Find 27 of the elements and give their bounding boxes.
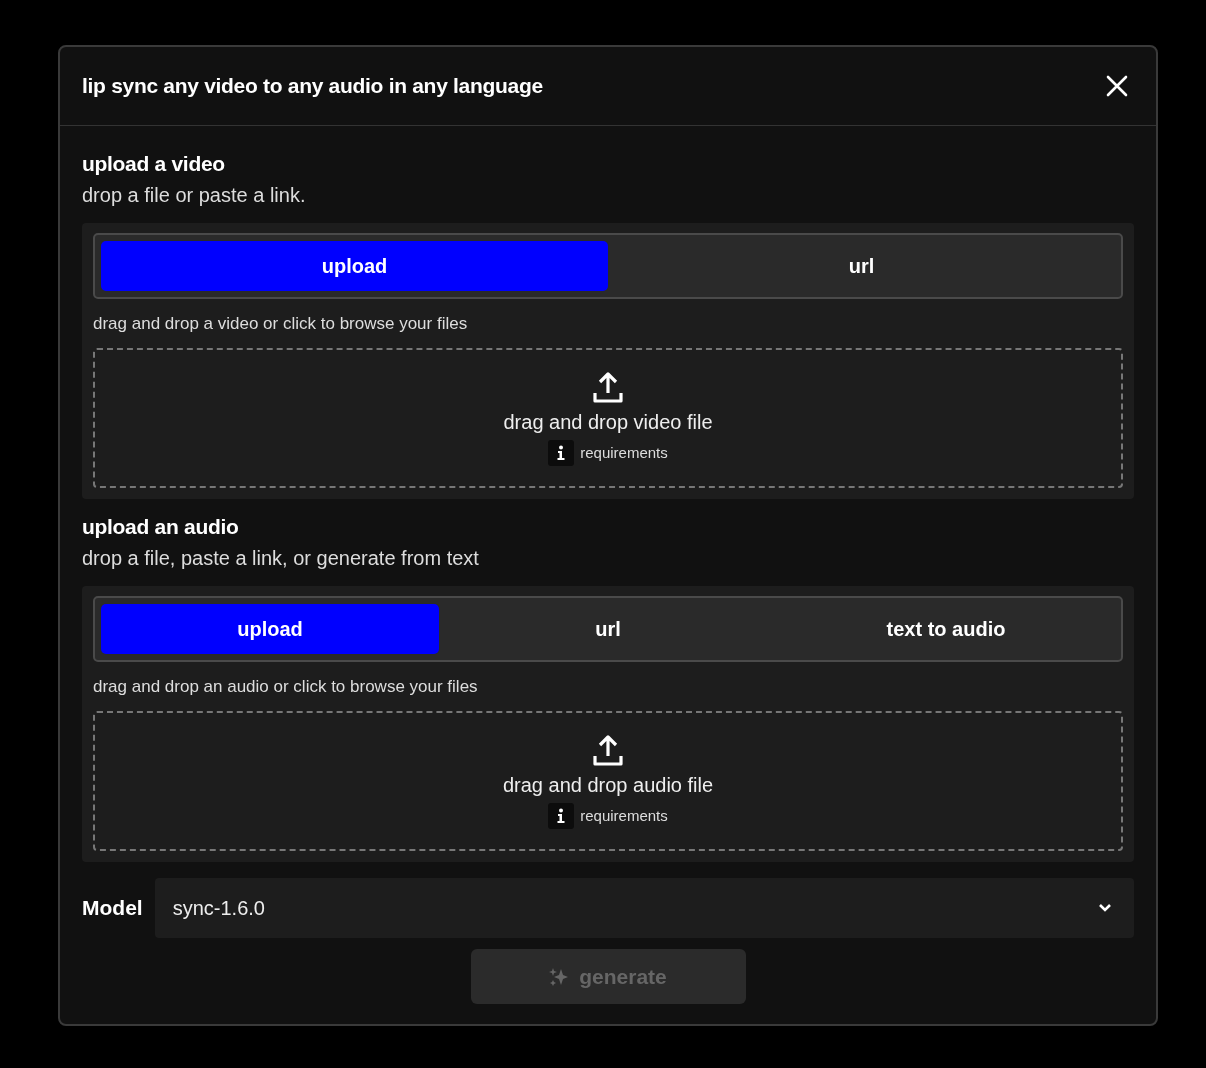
model-select[interactable]: sync-1.6.0 <box>154 878 1134 938</box>
info-icon[interactable] <box>548 802 575 829</box>
drop-label: drag and drop audio file <box>502 773 714 797</box>
chevron-down-icon <box>1098 903 1112 913</box>
upload-icon <box>591 370 625 405</box>
tab[interactable]: text to audio <box>777 604 1115 654</box>
model-label: Model <box>82 896 143 920</box>
drop-zone[interactable]: drag and drop audio file requirements <box>93 711 1123 851</box>
tab[interactable]: url <box>439 604 777 654</box>
requirements-link[interactable]: requirements <box>580 807 668 824</box>
upload-icon <box>591 733 625 768</box>
hint-text: drag and drop a video or click to browse your files <box>93 314 469 334</box>
drop-label: drag and drop video file <box>503 410 713 434</box>
tab[interactable]: upload <box>101 604 439 654</box>
section-title: upload an audio <box>82 515 240 539</box>
modal-title: lip sync any video to any audio in any language <box>82 74 543 98</box>
section-title: upload a video <box>82 152 226 176</box>
tab[interactable]: url <box>608 241 1115 291</box>
close-icon[interactable] <box>1106 75 1128 97</box>
info-icon[interactable] <box>548 439 575 466</box>
section-subtitle: drop a file, paste a link, or generate from text <box>82 547 480 570</box>
section-subtitle: drop a file or paste a link. <box>82 184 307 207</box>
drop-zone[interactable]: drag and drop video file requirements <box>93 348 1123 488</box>
sparkle-icon <box>549 966 570 987</box>
tab[interactable]: upload <box>101 241 608 291</box>
requirements-link[interactable]: requirements <box>580 444 668 461</box>
hint-text: drag and drop an audio or click to browse your files <box>93 677 479 697</box>
